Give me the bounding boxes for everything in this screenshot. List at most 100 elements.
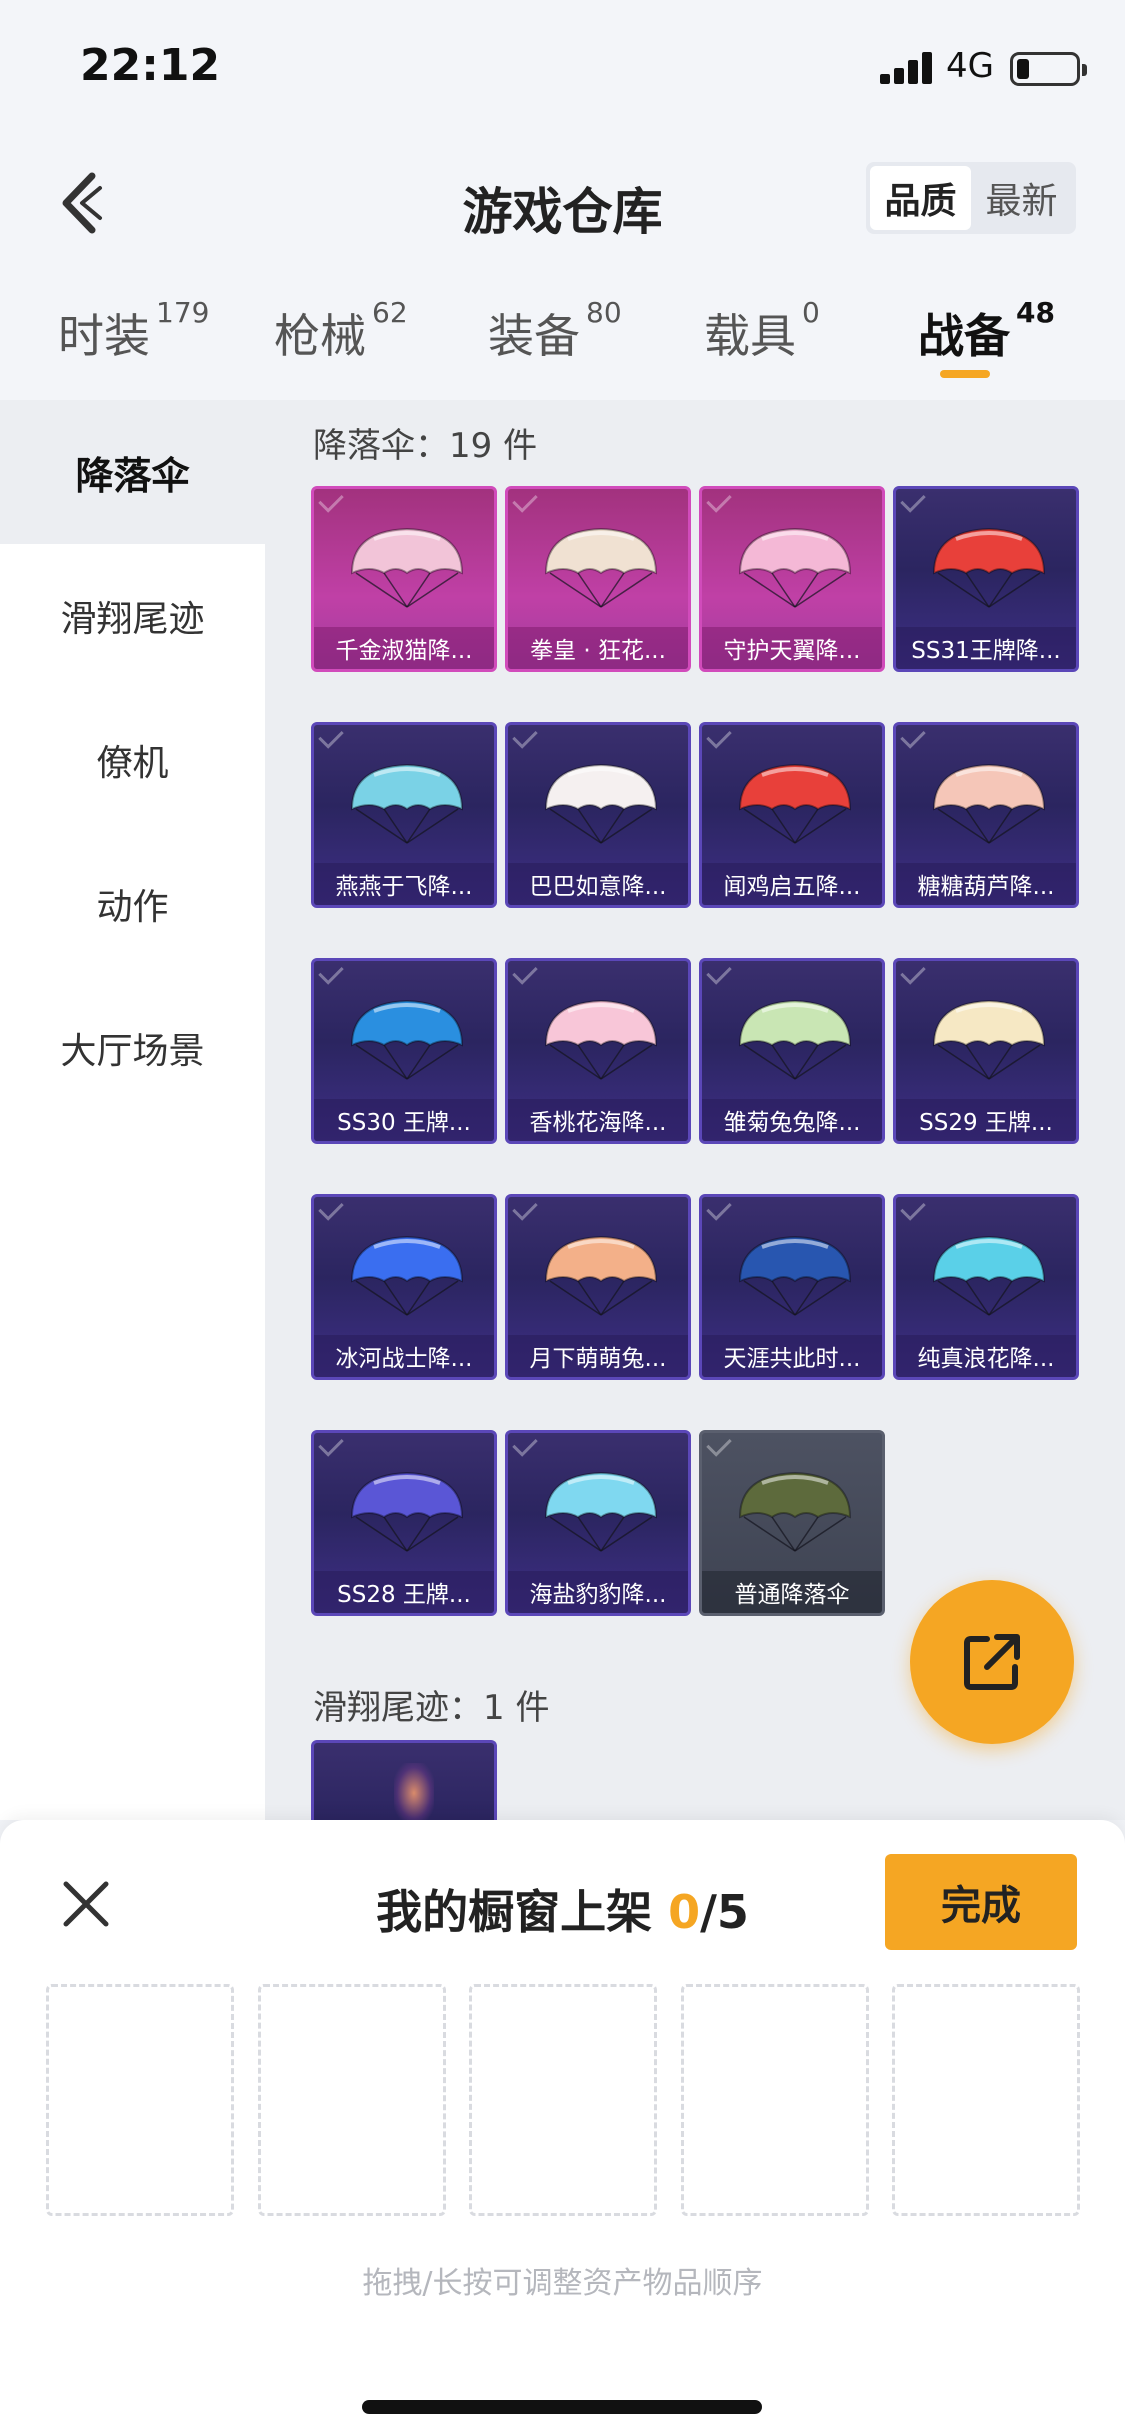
share-button[interactable] bbox=[910, 1580, 1074, 1744]
parachute-icon bbox=[738, 999, 852, 1080]
done-button[interactable]: 完成 bbox=[885, 1854, 1077, 1950]
parachute-icon bbox=[350, 1471, 464, 1552]
item-card[interactable]: 巴巴如意降... bbox=[505, 722, 691, 908]
item-name: SS31王牌降... bbox=[896, 627, 1076, 669]
item-name: 千金淑猫降... bbox=[314, 627, 494, 669]
sidebar-item-lobby-scene[interactable]: 大厅场景 bbox=[0, 976, 265, 1120]
item-card[interactable]: 糖糖葫芦降... bbox=[893, 722, 1079, 908]
parachute-icon bbox=[544, 1235, 658, 1316]
home-indicator[interactable] bbox=[362, 2400, 762, 2414]
showcase-sheet: 我的橱窗上架 0/5 完成 拖拽/长按可调整资产物品顺序 bbox=[0, 1820, 1125, 2436]
check-icon bbox=[706, 961, 732, 985]
reorder-hint: 拖拽/长按可调整资产物品顺序 bbox=[362, 2266, 763, 2301]
status-time: 22:12 bbox=[80, 40, 221, 91]
parachute-grid: 千金淑猫降... 拳皇 · 狂花... 守护天翼降... SS31王牌降... 燕燕于飞… bbox=[311, 486, 1081, 1616]
item-name: 月下萌萌兔... bbox=[508, 1335, 688, 1377]
check-icon bbox=[706, 1433, 732, 1457]
item-name: 海盐豹豹降... bbox=[508, 1571, 688, 1613]
sort-toggle[interactable]: 品质 最新 bbox=[866, 162, 1076, 234]
check-icon bbox=[900, 1197, 926, 1221]
item-name: 普通降落伞 bbox=[702, 1571, 882, 1613]
parachute-icon bbox=[932, 527, 1046, 608]
item-card[interactable]: 拳皇 · 狂花... bbox=[505, 486, 691, 672]
signal-icon bbox=[880, 52, 936, 84]
glide-trail-card[interactable] bbox=[311, 1740, 497, 1820]
item-name: 拳皇 · 狂花... bbox=[508, 627, 688, 669]
tab-count: 0 bbox=[802, 296, 820, 329]
item-card[interactable]: 海盐豹豹降... bbox=[505, 1430, 691, 1616]
sidebar-item-glide-trail[interactable]: 滑翔尾迹 bbox=[0, 544, 265, 688]
sidebar-item-emote[interactable]: 动作 bbox=[0, 832, 265, 976]
tab-battle-prep[interactable]: 战备 48 bbox=[918, 296, 1055, 366]
parachute-icon bbox=[544, 999, 658, 1080]
item-card[interactable]: 月下萌萌兔... bbox=[505, 1194, 691, 1380]
tab-label: 战备 bbox=[918, 309, 1010, 363]
tab-label: 载具 bbox=[704, 309, 796, 363]
item-name: 糖糖葫芦降... bbox=[896, 863, 1076, 905]
tab-fashion[interactable]: 时装 179 bbox=[58, 296, 209, 366]
item-card[interactable]: 天涯共此时... bbox=[699, 1194, 885, 1380]
sidebar-item-parachute[interactable]: 降落伞 bbox=[0, 400, 265, 544]
item-name: 燕燕于飞降... bbox=[314, 863, 494, 905]
item-card[interactable]: 香桃花海降... bbox=[505, 958, 691, 1144]
sort-newest-button[interactable]: 最新 bbox=[971, 166, 1072, 230]
check-icon bbox=[318, 725, 344, 749]
glide-trail-thumbnail bbox=[394, 1763, 434, 1820]
showcase-slots bbox=[46, 1984, 1080, 2216]
check-icon bbox=[706, 725, 732, 749]
item-card[interactable]: 燕燕于飞降... bbox=[311, 722, 497, 908]
item-name: 闻鸡启五降... bbox=[702, 863, 882, 905]
parachute-icon bbox=[932, 763, 1046, 844]
header: 游戏仓库 品质 最新 bbox=[0, 130, 1125, 270]
showcase-slot[interactable] bbox=[680, 1984, 869, 2216]
tab-equipment[interactable]: 装备 80 bbox=[488, 296, 622, 366]
parachute-icon bbox=[350, 1235, 464, 1316]
showcase-slot[interactable] bbox=[892, 1984, 1080, 2216]
item-card[interactable]: 冰河战士降... bbox=[311, 1194, 497, 1380]
item-name: SS30 王牌... bbox=[314, 1099, 494, 1141]
item-card[interactable]: 闻鸡启五降... bbox=[699, 722, 885, 908]
item-card[interactable]: 千金淑猫降... bbox=[311, 486, 497, 672]
tab-vehicles[interactable]: 载具 0 bbox=[704, 296, 820, 366]
item-card[interactable]: 普通降落伞 bbox=[699, 1430, 885, 1616]
item-card[interactable]: SS31王牌降... bbox=[893, 486, 1079, 672]
category-tabs: 时装 179 枪械 62 装备 80 载具 0 战备 48 bbox=[0, 270, 1125, 400]
item-card[interactable]: 守护天翼降... bbox=[699, 486, 885, 672]
sort-quality-button[interactable]: 品质 bbox=[870, 166, 971, 230]
tab-guns[interactable]: 枪械 62 bbox=[274, 296, 408, 366]
item-card[interactable]: 纯真浪花降... bbox=[893, 1194, 1079, 1380]
check-icon bbox=[900, 961, 926, 985]
item-card[interactable]: SS28 王牌... bbox=[311, 1430, 497, 1616]
battery-icon bbox=[1010, 52, 1087, 86]
check-icon bbox=[512, 725, 538, 749]
item-name: 守护天翼降... bbox=[702, 627, 882, 669]
showcase-slot[interactable] bbox=[469, 1984, 657, 2216]
item-card[interactable]: SS29 王牌... bbox=[893, 958, 1079, 1144]
check-icon bbox=[706, 489, 732, 513]
item-name: 冰河战士降... bbox=[314, 1335, 494, 1377]
parachute-icon bbox=[350, 527, 464, 608]
parachute-icon bbox=[350, 763, 464, 844]
item-name: 雏菊兔兔降... bbox=[702, 1099, 882, 1141]
tab-count: 80 bbox=[586, 296, 622, 329]
tab-label: 时装 bbox=[58, 309, 150, 363]
parachute-icon bbox=[544, 527, 658, 608]
check-icon bbox=[318, 961, 344, 985]
showcase-total: /5 bbox=[700, 1885, 749, 1939]
tab-label: 枪械 bbox=[274, 309, 366, 363]
tab-count: 179 bbox=[156, 296, 210, 329]
tab-label: 装备 bbox=[488, 309, 580, 363]
item-name: 巴巴如意降... bbox=[508, 863, 688, 905]
check-icon bbox=[318, 1197, 344, 1221]
showcase-count: 0 bbox=[668, 1885, 701, 1939]
check-icon bbox=[900, 725, 926, 749]
parachute-icon bbox=[738, 763, 852, 844]
check-icon bbox=[318, 489, 344, 513]
network-type: 4G bbox=[946, 46, 994, 86]
share-icon bbox=[964, 1634, 1020, 1690]
showcase-slot[interactable] bbox=[46, 1984, 234, 2216]
item-card[interactable]: 雏菊兔兔降... bbox=[699, 958, 885, 1144]
sidebar-item-wingman[interactable]: 僚机 bbox=[0, 688, 265, 832]
showcase-slot[interactable] bbox=[257, 1984, 446, 2216]
item-card[interactable]: SS30 王牌... bbox=[311, 958, 497, 1144]
